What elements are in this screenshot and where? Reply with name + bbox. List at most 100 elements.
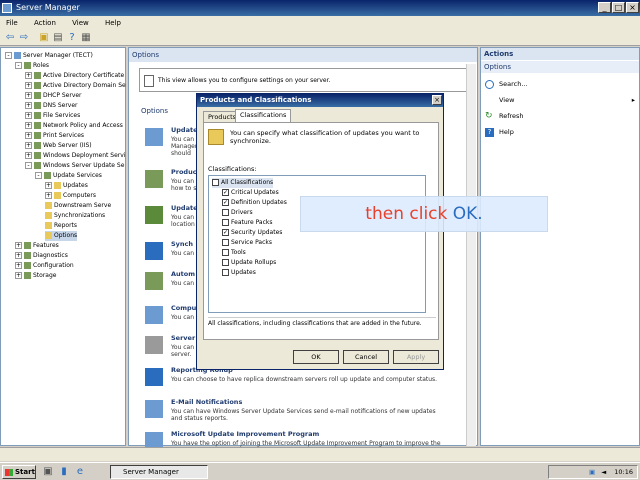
classification-item[interactable]: Service Packs <box>222 238 272 248</box>
menu-help[interactable]: Help <box>105 19 121 27</box>
menu-action[interactable]: Action <box>34 19 56 27</box>
classification-checkbox[interactable] <box>222 209 229 216</box>
tab-classifications[interactable]: Classifications <box>235 109 292 122</box>
show-hide-tree-icon[interactable]: ▤ <box>52 32 64 44</box>
cancel-button[interactable]: Cancel <box>343 350 389 364</box>
classification-item[interactable]: Updates <box>222 268 256 278</box>
tree-item[interactable]: Synchronizations <box>45 211 105 221</box>
maximize-button[interactable]: □ <box>612 2 625 13</box>
expand-icon[interactable]: + <box>25 122 32 129</box>
classification-checkbox[interactable]: ✓ <box>222 199 229 206</box>
ie-quicklaunch-icon[interactable]: e <box>74 466 86 478</box>
tree-item[interactable]: - Server Manager (TECT) <box>5 51 93 61</box>
tree-item[interactable]: + Active Directory Domain Se <box>25 81 126 91</box>
classification-checkbox[interactable] <box>222 249 229 256</box>
expand-icon[interactable]: + <box>45 182 52 189</box>
classification-item[interactable]: Feature Packs <box>222 218 273 228</box>
expand-icon[interactable]: + <box>15 242 22 249</box>
actions-subheader[interactable]: Options <box>481 61 639 73</box>
classification-item[interactable]: Drivers <box>222 208 253 218</box>
close-button[interactable]: × <box>626 2 639 13</box>
option-title[interactable]: Update <box>171 126 198 134</box>
start-button[interactable]: Start <box>2 465 36 479</box>
tree-item[interactable]: Downstream Serve <box>45 201 111 211</box>
taskbar-item-server-manager[interactable]: Server Manager <box>110 465 208 479</box>
option-title[interactable]: E-Mail Notifications <box>171 398 242 406</box>
expand-icon[interactable]: + <box>25 132 32 139</box>
option-title[interactable]: Update <box>171 204 198 212</box>
tree-item[interactable]: + File Services <box>25 111 80 121</box>
tree-item[interactable]: - Update Services <box>35 171 102 181</box>
tree-item[interactable]: + Network Policy and Access <box>25 121 123 131</box>
up-folder-icon[interactable]: ▣ <box>38 32 50 44</box>
tree-item[interactable]: + Updates <box>45 181 88 191</box>
classification-checkbox[interactable] <box>222 259 229 266</box>
classification-checkbox[interactable] <box>222 269 229 276</box>
powershell-quicklaunch-icon[interactable]: ▮ <box>58 466 70 478</box>
server-manager-quicklaunch-icon[interactable]: ▣ <box>42 466 54 478</box>
forward-arrow-icon[interactable]: ⇨ <box>18 32 30 44</box>
classification-item[interactable]: All Classifications <box>212 178 274 188</box>
expand-icon[interactable]: + <box>25 82 32 89</box>
help-icon[interactable]: ? <box>66 32 78 44</box>
vertical-scrollbar[interactable] <box>466 64 476 446</box>
option-title[interactable]: Server <box>171 334 195 342</box>
option-title[interactable]: Synch <box>171 240 193 248</box>
classification-item[interactable]: ✓ Critical Updates <box>222 188 279 198</box>
expand-icon[interactable]: + <box>15 262 22 269</box>
action-search[interactable]: Search... <box>485 78 528 90</box>
dialog-close-button[interactable]: × <box>432 95 442 105</box>
tree-item[interactable]: + Diagnostics <box>15 251 68 261</box>
tree-item[interactable]: + Active Directory Certificate <box>25 71 124 81</box>
ok-button[interactable]: OK <box>293 350 339 364</box>
collapse-icon[interactable]: - <box>35 172 42 179</box>
tree-item[interactable]: + Windows Deployment Servi <box>25 151 125 161</box>
volume-icon[interactable]: ◄ <box>601 468 606 476</box>
tree-item[interactable]: + Configuration <box>15 261 74 271</box>
expand-icon[interactable]: + <box>45 192 52 199</box>
menu-view[interactable]: View <box>72 19 89 27</box>
tree-item[interactable]: - Windows Server Update Se <box>25 161 124 171</box>
tree-item[interactable]: - Roles <box>15 61 49 71</box>
action-refresh[interactable]: ↻ Refresh <box>485 110 524 122</box>
classification-checkbox[interactable] <box>222 239 229 246</box>
menu-file[interactable]: File <box>6 19 18 27</box>
minimize-button[interactable]: _ <box>598 2 611 13</box>
expand-icon[interactable]: + <box>25 112 32 119</box>
network-icon[interactable]: ▣ <box>589 468 595 476</box>
classification-item[interactable]: Update Rollups <box>222 258 276 268</box>
collapse-icon[interactable]: - <box>25 162 32 169</box>
tree-item[interactable]: + DHCP Server <box>25 91 82 101</box>
expand-icon[interactable]: + <box>25 72 32 79</box>
expand-icon[interactable]: + <box>25 92 32 99</box>
expand-icon[interactable]: + <box>15 252 22 259</box>
back-arrow-icon[interactable]: ⇦ <box>4 32 16 44</box>
classification-item[interactable]: Tools <box>222 248 246 258</box>
tree-item[interactable]: + DNS Server <box>25 101 78 111</box>
action-view[interactable]: View ▸ <box>485 94 635 106</box>
tree-item[interactable]: + Features <box>15 241 59 251</box>
collapse-icon[interactable]: - <box>5 52 12 59</box>
classification-checkbox[interactable] <box>212 179 219 186</box>
expand-icon[interactable]: + <box>25 152 32 159</box>
tree-item[interactable]: + Storage <box>15 271 56 281</box>
properties-icon[interactable]: ▦ <box>80 32 92 44</box>
classification-checkbox[interactable]: ✓ <box>222 189 229 196</box>
tree-item[interactable]: Options <box>45 231 78 241</box>
expand-icon[interactable]: + <box>25 102 32 109</box>
classification-item[interactable]: ✓ Security Updates <box>222 228 282 238</box>
classification-checkbox[interactable]: ✓ <box>222 229 229 236</box>
expand-icon[interactable]: + <box>25 142 32 149</box>
option-title[interactable]: Autom <box>171 270 195 278</box>
tree-item[interactable]: + Web Server (IIS) <box>25 141 92 151</box>
expand-icon[interactable]: + <box>15 272 22 279</box>
tree-item[interactable]: Reports <box>45 221 77 231</box>
action-help[interactable]: ? Help <box>485 126 514 138</box>
classification-checkbox[interactable] <box>222 219 229 226</box>
tree-item[interactable]: + Computers <box>45 191 96 201</box>
option-title[interactable]: Microsoft Update Improvement Program <box>171 430 319 438</box>
option-title[interactable]: Compu <box>171 304 196 312</box>
classification-item[interactable]: ✓ Definition Updates <box>222 198 287 208</box>
collapse-icon[interactable]: - <box>15 62 22 69</box>
apply-button[interactable]: Apply <box>393 350 439 364</box>
